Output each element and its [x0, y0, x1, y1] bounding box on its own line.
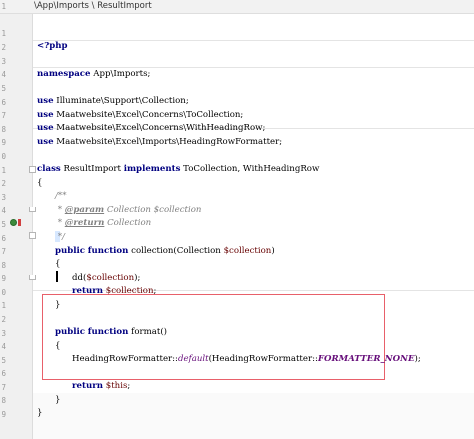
code-line-9[interactable]: 9	[0, 122, 474, 147]
code-line-10[interactable]: 0 class ResultImport implements ToCollec…	[0, 136, 474, 175]
code-line-5[interactable]: 5 use Illuminate\Support\Collection;	[0, 68, 474, 107]
code-line-27[interactable]: 7 }	[0, 367, 474, 406]
code-line-18[interactable]: 8 dd($collection);	[0, 245, 474, 284]
text-cursor	[56, 271, 58, 282]
code-line-29[interactable]: 9	[0, 394, 474, 419]
code-line-15[interactable]: 5 */	[0, 204, 474, 243]
code-line-12[interactable]: 2 /**	[0, 163, 474, 202]
code-line-24[interactable]: 4 HeadingRowFormatter::default(HeadingRo…	[0, 326, 474, 365]
code-line-17[interactable]: 7 {	[0, 231, 474, 270]
code-line-8[interactable]: 8 use Maatwebsite\Excel\Imports\HeadingR…	[0, 109, 474, 148]
line-number: 9	[1, 409, 6, 419]
code-line-11[interactable]: 1 {	[0, 150, 474, 189]
code-line-28[interactable]: 8 }	[0, 380, 474, 419]
code-line-16[interactable]: 6 public function collection(Collection …	[0, 218, 474, 257]
code-line-21[interactable]: 1	[0, 285, 474, 310]
code-line-22[interactable]: 2 public function format()	[0, 299, 474, 338]
code-line-6[interactable]: 6 use Maatwebsite\Excel\Concerns\ToColle…	[0, 82, 474, 121]
code-line-26[interactable]: 6 return $this;	[0, 353, 474, 392]
code-line-3[interactable]: 3 namespace App\Imports;	[0, 41, 474, 80]
code-line-4[interactable]: 4	[0, 54, 474, 79]
code-line-7[interactable]: 7 use Maatwebsite\Excel\Concerns\WithHea…	[0, 95, 474, 134]
code-line-25[interactable]: 5	[0, 340, 474, 365]
code-line-19[interactable]: 9 return $collection;	[0, 258, 474, 297]
code-line-2[interactable]: 2	[0, 27, 474, 52]
line-number: 1	[1, 2, 6, 11]
code-line-13[interactable]: 3 * @param Collection $collection	[0, 177, 474, 216]
code-line-1[interactable]: 1 <?php	[0, 13, 474, 52]
code-line-23[interactable]: 3 {	[0, 313, 474, 352]
code-line-20[interactable]: 0 }	[0, 272, 474, 311]
code-line-14[interactable]: 4 * @return Collection	[0, 190, 474, 229]
brace: }	[37, 408, 43, 419]
